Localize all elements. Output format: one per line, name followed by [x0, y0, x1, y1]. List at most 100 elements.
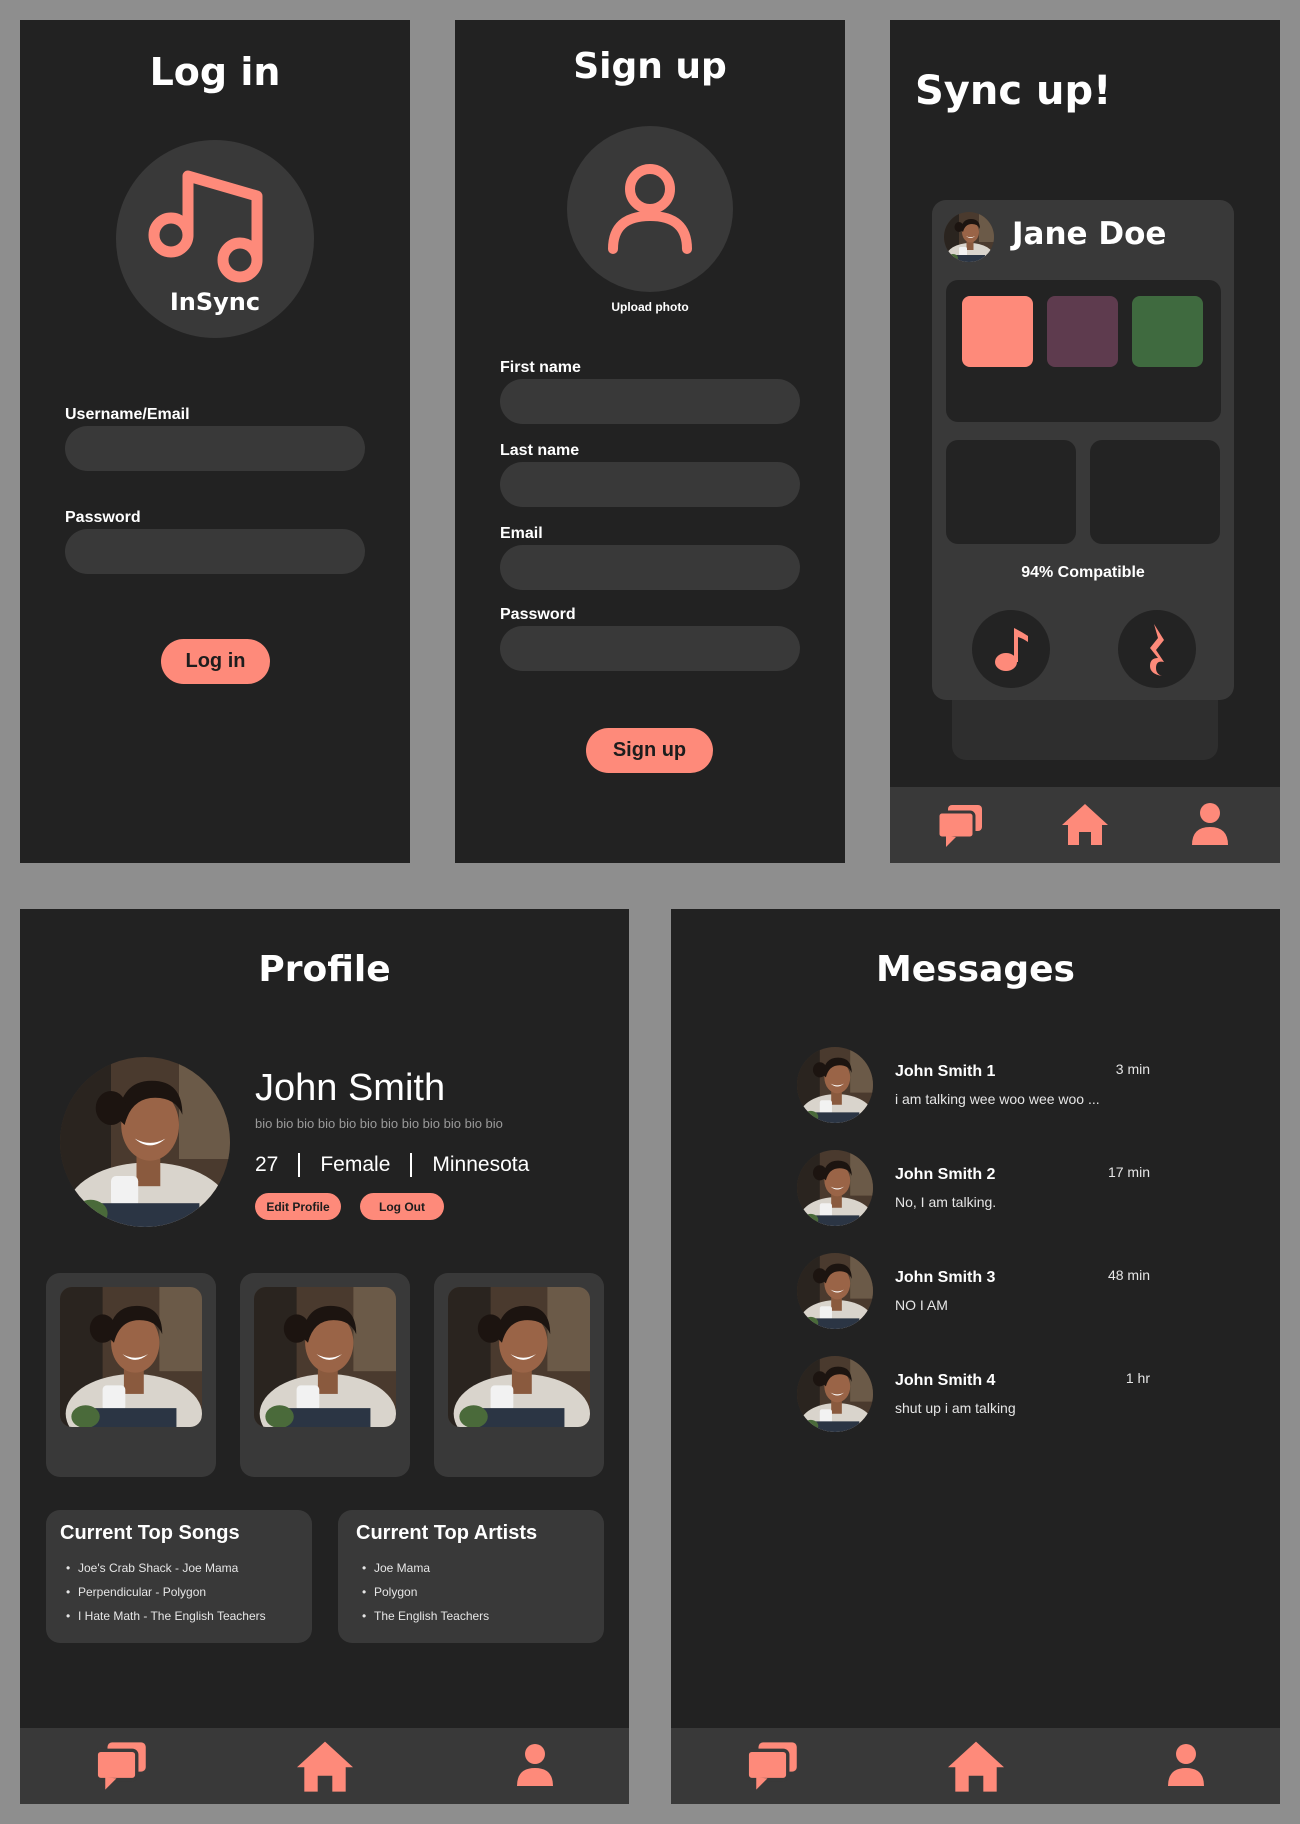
chat-bubbles-icon[interactable]	[936, 803, 984, 849]
thread-preview: i am talking wee woo wee woo ...	[895, 1091, 1100, 1107]
divider	[298, 1153, 301, 1177]
avatar	[797, 1047, 873, 1123]
syncup-screen: Sync up! Jane Doe 94% Compatible	[890, 20, 1280, 863]
list-item: The English Teachers	[356, 1604, 489, 1628]
profile-bio: bio bio bio bio bio bio bio bio bio bio …	[255, 1116, 503, 1131]
password-field[interactable]	[500, 626, 800, 671]
avatar	[797, 1150, 873, 1226]
home-icon[interactable]	[945, 1738, 1007, 1794]
person-icon[interactable]	[1166, 1742, 1206, 1788]
message-thread[interactable]: John Smith 4 shut up i am talking 1 hr	[671, 1356, 1280, 1436]
photo-card[interactable]	[434, 1273, 604, 1477]
list-item: Perpendicular - Polygon	[60, 1580, 266, 1604]
profile-gender: Female	[320, 1153, 391, 1176]
app-name: InSync	[169, 288, 261, 316]
email-label: Email	[500, 525, 543, 542]
thread-time: 48 min	[1107, 1267, 1150, 1283]
profile-screen: Profile John Smith bio bio bio bio bio b…	[20, 909, 629, 1804]
edit-profile-button[interactable]: Edit Profile	[255, 1193, 341, 1220]
message-thread[interactable]: John Smith 1 i am talking wee woo wee wo…	[671, 1047, 1280, 1127]
person-icon[interactable]	[1190, 801, 1230, 847]
music-note-icon	[995, 628, 1028, 671]
messages-screen: Messages John Smith 1 i am talking wee w…	[671, 909, 1280, 1804]
login-button[interactable]: Log in	[161, 639, 270, 684]
profile-stats: 27 Female Minnesota	[255, 1153, 529, 1177]
photo	[60, 1287, 202, 1427]
page-title: Messages	[875, 949, 1075, 990]
home-icon[interactable]	[294, 1738, 356, 1794]
person-icon	[608, 164, 692, 254]
quarter-rest-icon	[1150, 624, 1164, 676]
top-songs-title: Current Top Songs	[60, 1522, 240, 1544]
password-label: Password	[65, 509, 141, 526]
thread-name: John Smith 2	[895, 1166, 996, 1183]
reject-button[interactable]	[1118, 610, 1196, 688]
profile-location: Minnesota	[432, 1153, 530, 1176]
list-item: I Hate Math - The English Teachers	[60, 1604, 266, 1628]
thread-preview: No, I am talking.	[895, 1194, 997, 1210]
info-tile	[946, 440, 1076, 544]
list-item: Joe Mama	[356, 1556, 489, 1580]
app-logo: InSync	[116, 140, 314, 338]
match-card[interactable]: Jane Doe 94% Compatible	[932, 200, 1234, 700]
top-artists-title: Current Top Artists	[356, 1522, 538, 1544]
bottom-nav	[671, 1728, 1280, 1804]
photo	[448, 1287, 590, 1427]
profile-avatar	[60, 1057, 230, 1227]
compatibility-label: 94% Compatible	[1021, 564, 1145, 581]
chat-bubbles-icon[interactable]	[745, 1740, 799, 1792]
top-artists-panel: Current Top Artists Joe Mama Polygon The…	[338, 1510, 604, 1643]
last-name-label: Last name	[500, 442, 580, 459]
thread-time: 17 min	[1107, 1164, 1150, 1180]
thread-time: 3 min	[1115, 1061, 1150, 1077]
color-swatch-panel	[946, 280, 1221, 422]
signup-button[interactable]: Sign up	[586, 728, 713, 773]
bottom-nav	[20, 1728, 629, 1804]
last-name-field[interactable]	[500, 462, 800, 507]
login-screen: Log in InSync Username/Email Password Lo…	[20, 20, 410, 863]
photo	[254, 1287, 396, 1427]
top-artists-list: Joe Mama Polygon The English Teachers	[356, 1556, 489, 1628]
divider	[410, 1153, 413, 1177]
signup-screen: Sign up Upload photo First name Last nam…	[455, 20, 845, 863]
profile-age: 27	[255, 1153, 279, 1176]
list-item: Polygon	[356, 1580, 489, 1604]
username-label: Username/Email	[65, 406, 190, 423]
thread-name: John Smith 1	[895, 1063, 996, 1080]
page-title: Sign up	[573, 46, 727, 87]
top-songs-panel: Current Top Songs Joe's Crab Shack - Joe…	[46, 1510, 312, 1643]
first-name-field[interactable]	[500, 379, 800, 424]
chat-bubbles-icon[interactable]	[94, 1740, 148, 1792]
avatar	[944, 212, 994, 262]
page-title: Sync up!	[915, 68, 1112, 114]
avatar	[797, 1253, 873, 1329]
profile-name: John Smith	[255, 1067, 446, 1109]
first-name-label: First name	[500, 359, 581, 376]
email-field[interactable]	[500, 545, 800, 590]
message-thread[interactable]: John Smith 3 NO I AM 48 min	[671, 1253, 1280, 1333]
thread-preview: NO I AM	[895, 1297, 948, 1313]
message-thread[interactable]: John Smith 2 No, I am talking. 17 min	[671, 1150, 1280, 1230]
bottom-nav	[890, 787, 1280, 863]
color-swatch	[1047, 296, 1118, 367]
thread-preview: shut up i am talking	[895, 1400, 1016, 1416]
top-songs-list: Joe's Crab Shack - Joe Mama Perpendicula…	[60, 1556, 266, 1628]
password-label: Password	[500, 606, 576, 623]
accept-button[interactable]	[972, 610, 1050, 688]
match-name: Jane Doe	[1012, 216, 1167, 252]
logout-button[interactable]: Log Out	[360, 1193, 444, 1220]
info-tile	[1090, 440, 1220, 544]
thread-time: 1 hr	[1125, 1370, 1150, 1386]
home-icon[interactable]	[1060, 801, 1110, 847]
upload-photo-label: Upload photo	[611, 300, 689, 314]
photo-card[interactable]	[46, 1273, 216, 1477]
page-title: Log in	[149, 50, 281, 94]
upload-photo-button[interactable]	[567, 126, 733, 292]
person-icon[interactable]	[515, 1742, 555, 1788]
list-item: Joe's Crab Shack - Joe Mama	[60, 1556, 266, 1580]
photo-card[interactable]	[240, 1273, 410, 1477]
color-swatch	[1132, 296, 1203, 367]
password-field[interactable]	[65, 529, 365, 574]
username-field[interactable]	[65, 426, 365, 471]
color-swatch	[962, 296, 1033, 367]
